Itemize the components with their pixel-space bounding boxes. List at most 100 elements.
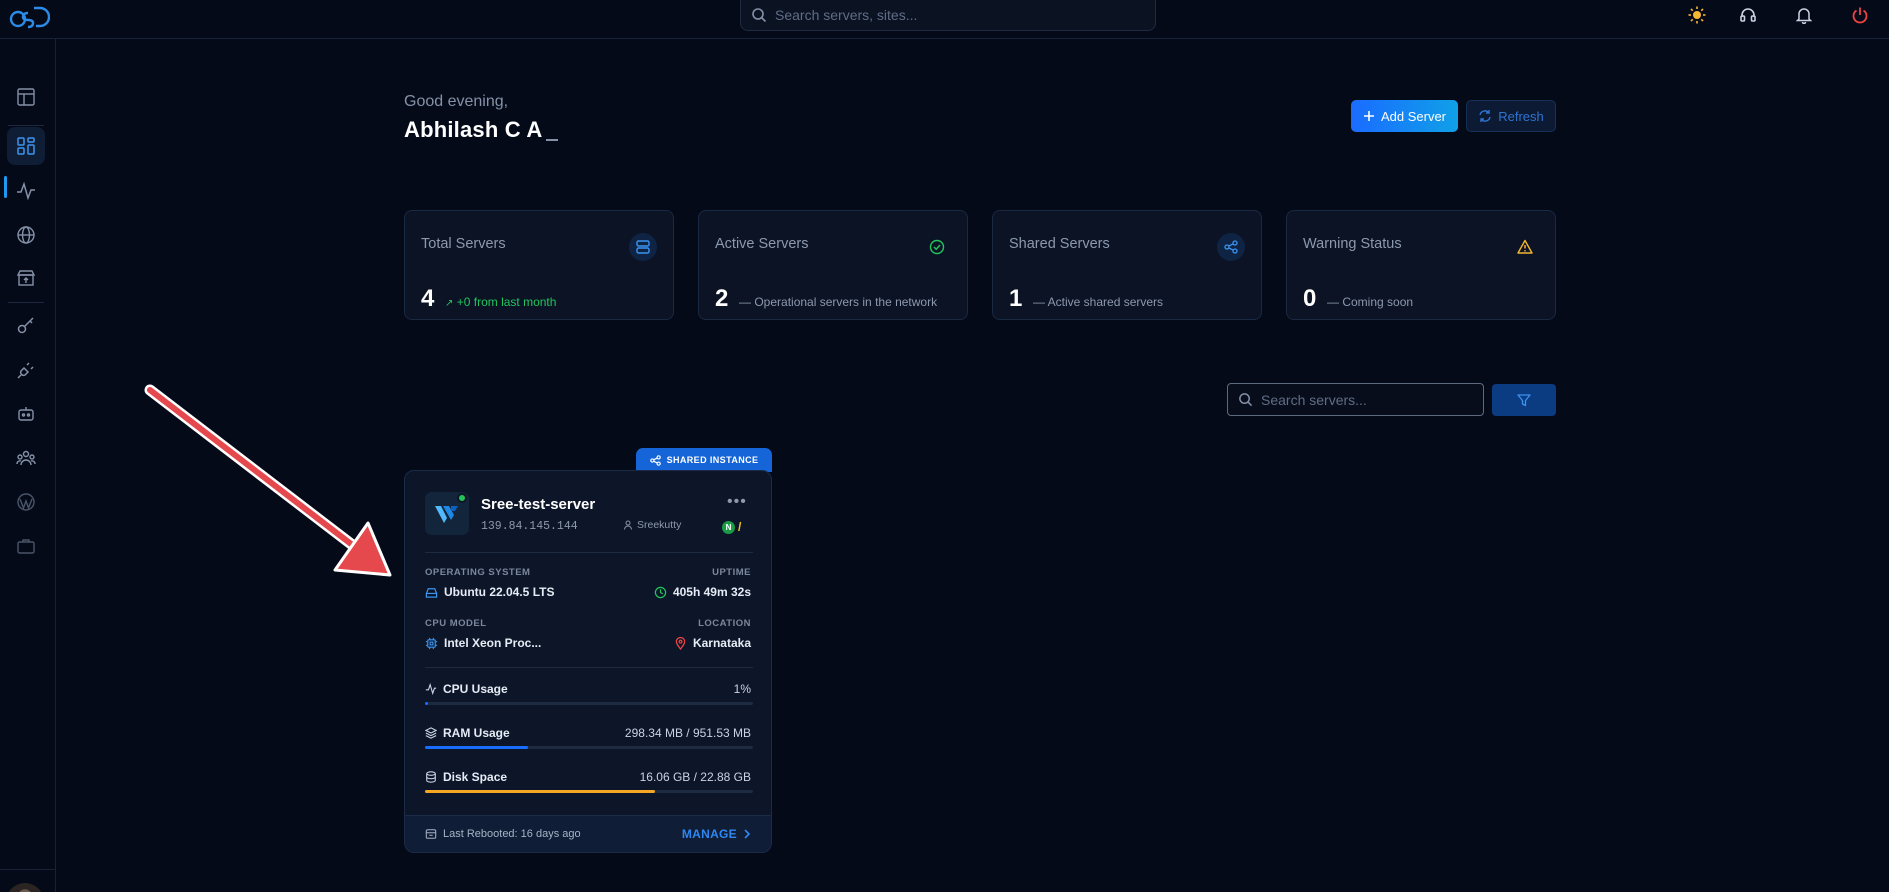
os-value: Ubuntu 22.04.5 LTS bbox=[425, 585, 554, 599]
shared-instance-badge: SHARED INSTANCE bbox=[636, 448, 772, 472]
stat-subtext: ↗ +0 from last month bbox=[445, 295, 556, 309]
cpu-model-text: Intel Xeon Proc... bbox=[444, 636, 542, 650]
add-server-button[interactable]: Add Server bbox=[1351, 100, 1458, 132]
stat-card-total-servers: Total Servers 4 ↗ +0 from last month bbox=[404, 210, 674, 320]
share-icon bbox=[649, 454, 661, 466]
stat-title: Active Servers bbox=[715, 236, 809, 252]
user-icon bbox=[624, 520, 632, 530]
edit-pencil-icon[interactable]: / bbox=[738, 520, 741, 534]
online-status-dot bbox=[457, 493, 467, 503]
refresh-button[interactable]: Refresh bbox=[1466, 100, 1556, 132]
server-search[interactable] bbox=[1227, 383, 1484, 416]
filter-funnel-icon bbox=[1517, 394, 1531, 407]
stat-value: 2 bbox=[715, 285, 729, 312]
stat-title: Shared Servers bbox=[1009, 236, 1110, 252]
nav-divider bbox=[8, 302, 44, 303]
nav-activity-icon[interactable] bbox=[7, 172, 45, 210]
stat-card-warning-status: Warning Status 0 — Coming soon bbox=[1286, 210, 1556, 320]
stat-sub-text: Operational servers in the network bbox=[754, 295, 938, 309]
last-rebooted: Last Rebooted: 16 days ago bbox=[425, 828, 581, 840]
ram-usage-fill bbox=[425, 746, 528, 749]
plus-icon bbox=[1363, 111, 1374, 121]
sidebar-divider bbox=[0, 869, 56, 870]
global-search-input[interactable] bbox=[775, 7, 1135, 23]
nav-bot-icon[interactable] bbox=[7, 395, 45, 433]
nav-team-icon[interactable] bbox=[7, 439, 45, 477]
trend-up-icon: ↗ bbox=[445, 298, 454, 309]
server-name[interactable]: Sree-test-server bbox=[481, 496, 595, 513]
annotation-arrow bbox=[144, 384, 392, 577]
ram-usage-label: RAM Usage bbox=[425, 726, 510, 740]
disk-space-value: 16.06 GB / 22.88 GB bbox=[639, 770, 751, 784]
badge-label: SHARED INSTANCE bbox=[666, 455, 759, 465]
hard-drive-icon bbox=[425, 587, 438, 598]
support-headset-icon[interactable] bbox=[1737, 4, 1759, 26]
username-text: Abhilash C A bbox=[404, 117, 543, 142]
os-value-text: Ubuntu 22.04.5 LTS bbox=[444, 585, 555, 599]
add-server-label: Add Server bbox=[1380, 108, 1447, 124]
disk-space-label: Disk Space bbox=[425, 770, 507, 784]
server-ip: 139.84.145.144 bbox=[481, 520, 578, 533]
stat-sub-text: Active shared servers bbox=[1047, 295, 1164, 309]
last-rebooted-text: Last Rebooted: 16 days ago bbox=[443, 828, 581, 840]
user-avatar[interactable] bbox=[6, 883, 44, 892]
card-divider bbox=[425, 552, 753, 553]
chevron-right-icon bbox=[744, 829, 751, 839]
nav-dashboard-icon[interactable] bbox=[7, 127, 45, 165]
global-search[interactable] bbox=[740, 0, 1156, 31]
uptime-value-text: 405h 49m 32s bbox=[672, 585, 751, 599]
nav-globe-icon[interactable] bbox=[7, 216, 45, 254]
stat-value: 4 bbox=[421, 285, 435, 312]
stat-subtext: — Operational servers in the network bbox=[739, 295, 938, 309]
map-pin-icon bbox=[675, 636, 686, 650]
filter-button[interactable] bbox=[1492, 384, 1556, 416]
disk-space-fill bbox=[425, 790, 656, 793]
nav-divider bbox=[8, 125, 44, 126]
share-icon bbox=[1217, 233, 1245, 261]
uptime-label: UPTIME bbox=[712, 567, 751, 578]
theme-toggle-sun-icon[interactable] bbox=[1686, 4, 1708, 26]
ram-usage-label-text: RAM Usage bbox=[443, 726, 510, 740]
typing-cursor bbox=[546, 139, 559, 141]
server-card[interactable]: Sree-test-server 139.84.145.144 Sreekutt… bbox=[404, 470, 772, 853]
server-search-input[interactable] bbox=[1261, 391, 1481, 408]
nav-wordpress-icon[interactable] bbox=[7, 483, 45, 521]
cpu-usage-value: 1% bbox=[733, 682, 751, 696]
nav-briefcase-icon[interactable] bbox=[7, 527, 45, 565]
greeting-salutation: Good evening, bbox=[404, 93, 509, 110]
warning-triangle-icon bbox=[1511, 233, 1539, 261]
manage-label: MANAGE bbox=[681, 827, 737, 841]
layers-icon bbox=[425, 727, 437, 739]
owner-name: Sreekutty bbox=[637, 519, 682, 531]
cpu-model-label: CPU MODEL bbox=[425, 618, 487, 629]
greeting-username: Abhilash C A bbox=[404, 117, 559, 143]
ram-usage-bar bbox=[425, 746, 753, 749]
clock-icon bbox=[654, 586, 667, 598]
cpu-usage-bar bbox=[425, 702, 753, 705]
nav-plug-icon[interactable] bbox=[7, 351, 45, 389]
activity-icon bbox=[425, 683, 437, 695]
nav-reports-icon[interactable] bbox=[7, 78, 45, 116]
nav-store-icon[interactable] bbox=[7, 259, 45, 297]
stat-title: Total Servers bbox=[421, 236, 506, 252]
manage-link[interactable]: MANAGE bbox=[682, 827, 751, 841]
location-value: Karnataka bbox=[674, 636, 751, 650]
more-options-icon[interactable]: ••• bbox=[727, 493, 747, 511]
stat-sub-text: Coming soon bbox=[1342, 295, 1414, 309]
top-bar bbox=[0, 0, 1889, 39]
history-icon bbox=[425, 829, 437, 839]
server-owner: Sreekutty bbox=[623, 519, 681, 531]
stat-sub-text: +0 from last month bbox=[456, 295, 557, 309]
server-stack-icon bbox=[629, 233, 657, 261]
os-label: OPERATING SYSTEM bbox=[425, 567, 531, 578]
app-logo[interactable] bbox=[8, 4, 50, 30]
notification-bell-icon[interactable] bbox=[1793, 4, 1815, 26]
nav-key-icon[interactable] bbox=[7, 307, 45, 345]
power-logout-icon[interactable] bbox=[1849, 4, 1871, 26]
search-icon bbox=[1239, 393, 1253, 407]
cpu-chip-icon bbox=[425, 637, 438, 649]
refresh-icon bbox=[1479, 110, 1491, 122]
ram-usage-value: 298.34 MB / 951.53 MB bbox=[624, 726, 751, 740]
stat-value: 0 bbox=[1303, 285, 1317, 312]
cpu-usage-fill bbox=[425, 702, 429, 705]
